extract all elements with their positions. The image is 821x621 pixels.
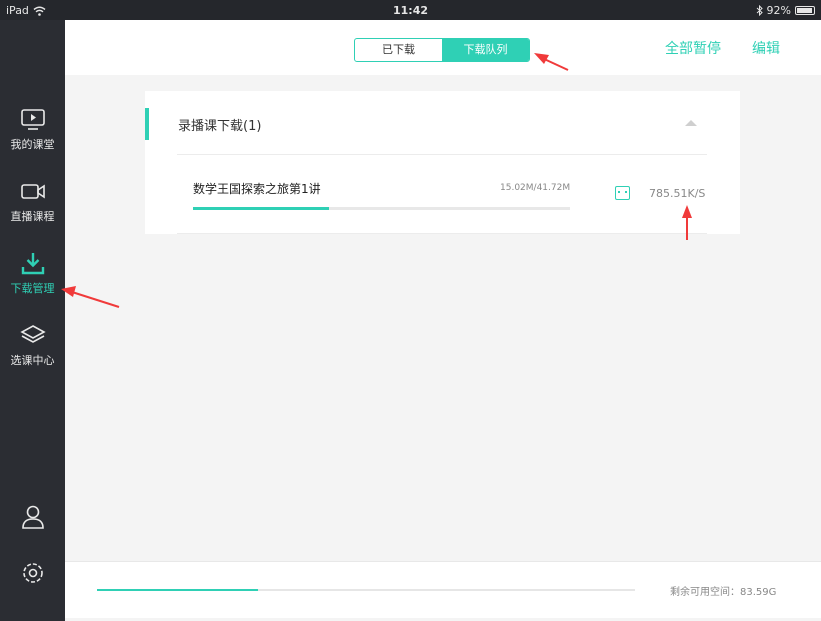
sidebar-item-live-courses[interactable]: 直播课程 (0, 180, 65, 240)
tab-downloaded[interactable]: 已下载 (355, 39, 442, 61)
collapse-icon[interactable] (685, 120, 697, 126)
status-time: 11:42 (392, 4, 428, 17)
storage-progress-bar (97, 589, 635, 591)
main-content: 已下载 下载队列 全部暂停 编辑 录播课下载(1) 数学王国探索之旅第1讲 15… (65, 20, 821, 621)
bluetooth-icon (756, 5, 763, 16)
sidebar-item-label: 下载管理 (10, 282, 55, 295)
monitor-play-icon (20, 109, 45, 130)
download-tabs: 已下载 下载队列 (354, 38, 530, 62)
status-right: 92% (756, 4, 815, 17)
pause-all-button[interactable]: 全部暂停 (665, 38, 721, 58)
section-accent (145, 108, 149, 140)
download-queue-card: 录播课下载(1) 数学王国探索之旅第1讲 15.02M/41.72M 785.5… (145, 91, 740, 234)
download-progress-bar (193, 207, 570, 210)
storage-progress-fill (97, 589, 259, 591)
user-icon[interactable] (20, 504, 46, 530)
sidebar-item-download-manager[interactable]: 下载管理 (0, 252, 65, 312)
sidebar-item-my-classroom[interactable]: 我的课堂 (0, 108, 65, 168)
battery-icon (795, 6, 815, 15)
download-item-title: 数学王国探索之旅第1讲 (193, 182, 321, 196)
video-camera-icon (20, 184, 45, 199)
status-bar: iPad 11:42 92% (0, 0, 821, 20)
sidebar-item-label: 我的课堂 (10, 138, 55, 151)
layers-icon (19, 325, 46, 343)
pause-download-icon[interactable] (615, 186, 630, 200)
edit-button[interactable]: 编辑 (752, 38, 780, 58)
sidebar-item-course-center[interactable]: 选课中心 (0, 324, 65, 384)
storage-remaining: 剩余可用空间：83.59G (670, 587, 777, 598)
top-bar: 已下载 下载队列 全部暂停 编辑 (65, 20, 821, 75)
divider (177, 233, 707, 234)
download-progress-fill (193, 207, 329, 210)
download-icon (21, 253, 44, 275)
tab-download-queue[interactable]: 下载队列 (442, 39, 529, 61)
sidebar-item-label: 直播课程 (10, 210, 55, 223)
sidebar-item-label: 选课中心 (10, 354, 55, 367)
sidebar: 我的课堂 直播课程 下载管理 选课中心 (0, 20, 65, 621)
storage-bar: 剩余可用空间：83.59G (65, 561, 821, 618)
section-title: 录播课下载(1) (178, 119, 262, 134)
download-speed: 785.51K/S (649, 187, 706, 200)
divider (177, 154, 707, 155)
battery-percent: 92% (766, 4, 791, 17)
download-item-size: 15.02M/41.72M (500, 183, 571, 193)
gear-icon[interactable] (20, 560, 46, 586)
